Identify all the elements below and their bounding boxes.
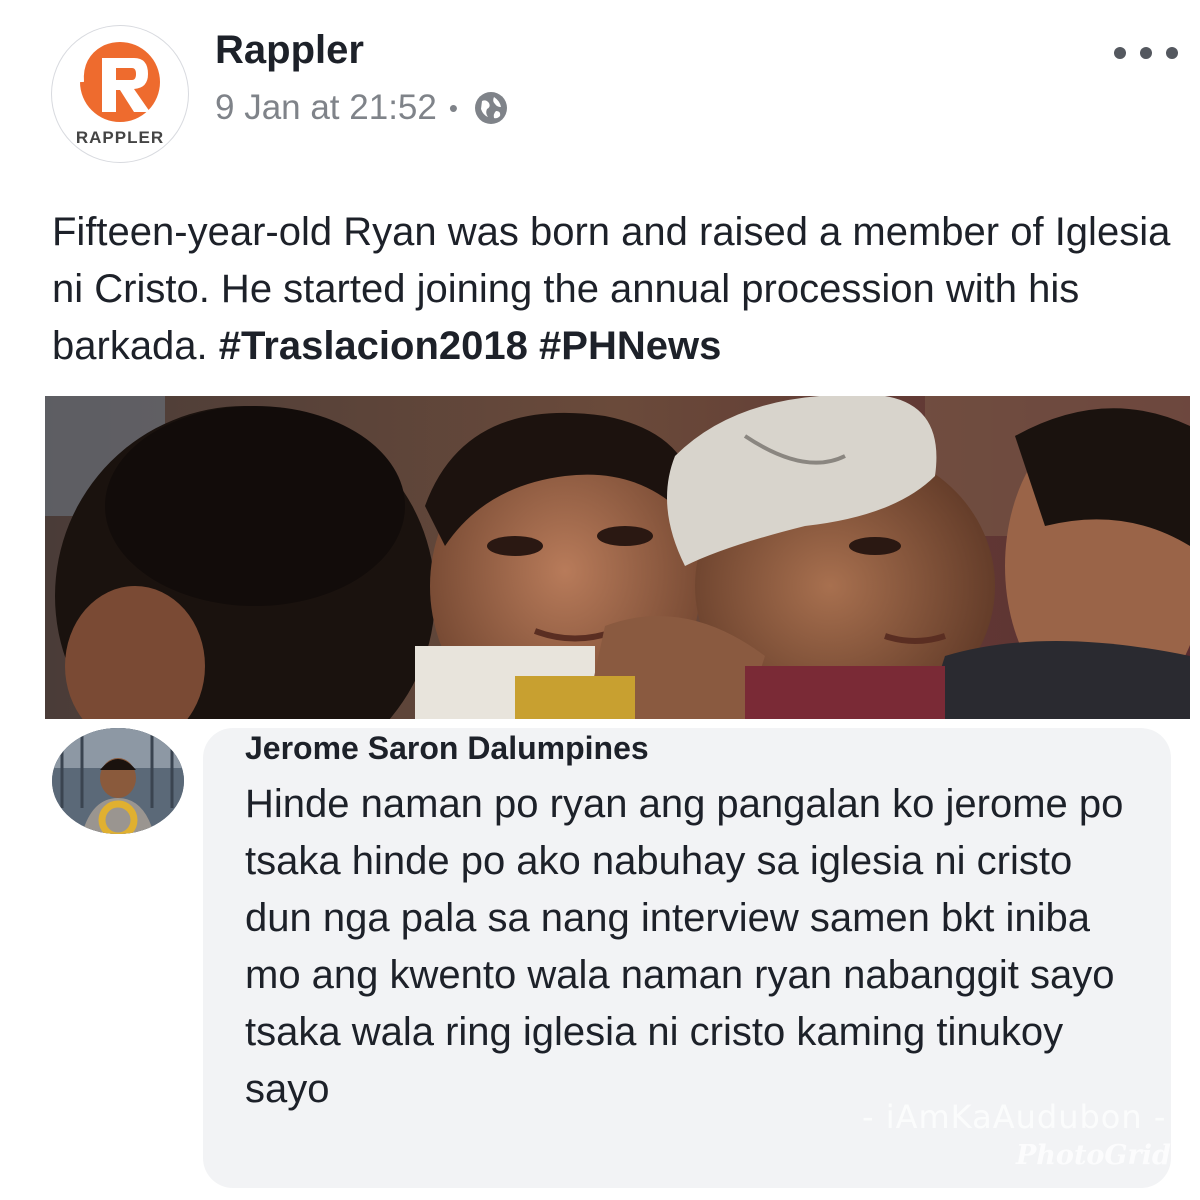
post-photo[interactable]	[45, 396, 1190, 719]
post-header: RAPPLER Rappler 9 Jan at 21:52 •	[0, 0, 1200, 180]
page-name-link[interactable]: Rappler	[215, 28, 364, 73]
more-options-button[interactable]	[1114, 38, 1178, 68]
commenter-avatar-photo	[52, 728, 184, 834]
commenter-avatar[interactable]	[52, 728, 184, 834]
page-avatar[interactable]: RAPPLER	[52, 26, 188, 162]
more-dot	[1140, 47, 1152, 59]
commenter-name-link[interactable]: Jerome Saron Dalumpines	[245, 730, 649, 767]
watermark-username: - iAmKaAudubon -	[862, 1098, 1167, 1136]
logo-wordmark: RAPPLER	[75, 128, 165, 147]
post-meta: 9 Jan at 21:52 •	[215, 88, 510, 128]
crowd-photo	[45, 396, 1190, 719]
globe-icon[interactable]	[472, 89, 510, 127]
comment-text: Hinde naman po ryan ang pangalan ko jero…	[245, 782, 1124, 1111]
hashtag-phnews[interactable]: #PHNews	[539, 324, 721, 368]
post-text: Fifteen-year-old Ryan was born and raise…	[52, 204, 1182, 375]
watermark-photogrid: PhotoGrid	[1016, 1140, 1171, 1171]
hashtag-traslacion[interactable]: #Traslacion2018	[219, 324, 528, 368]
meta-separator: •	[448, 92, 458, 123]
post-timestamp[interactable]: 9 Jan at 21:52	[215, 88, 437, 128]
more-dot	[1114, 47, 1126, 59]
more-dot	[1166, 47, 1178, 59]
